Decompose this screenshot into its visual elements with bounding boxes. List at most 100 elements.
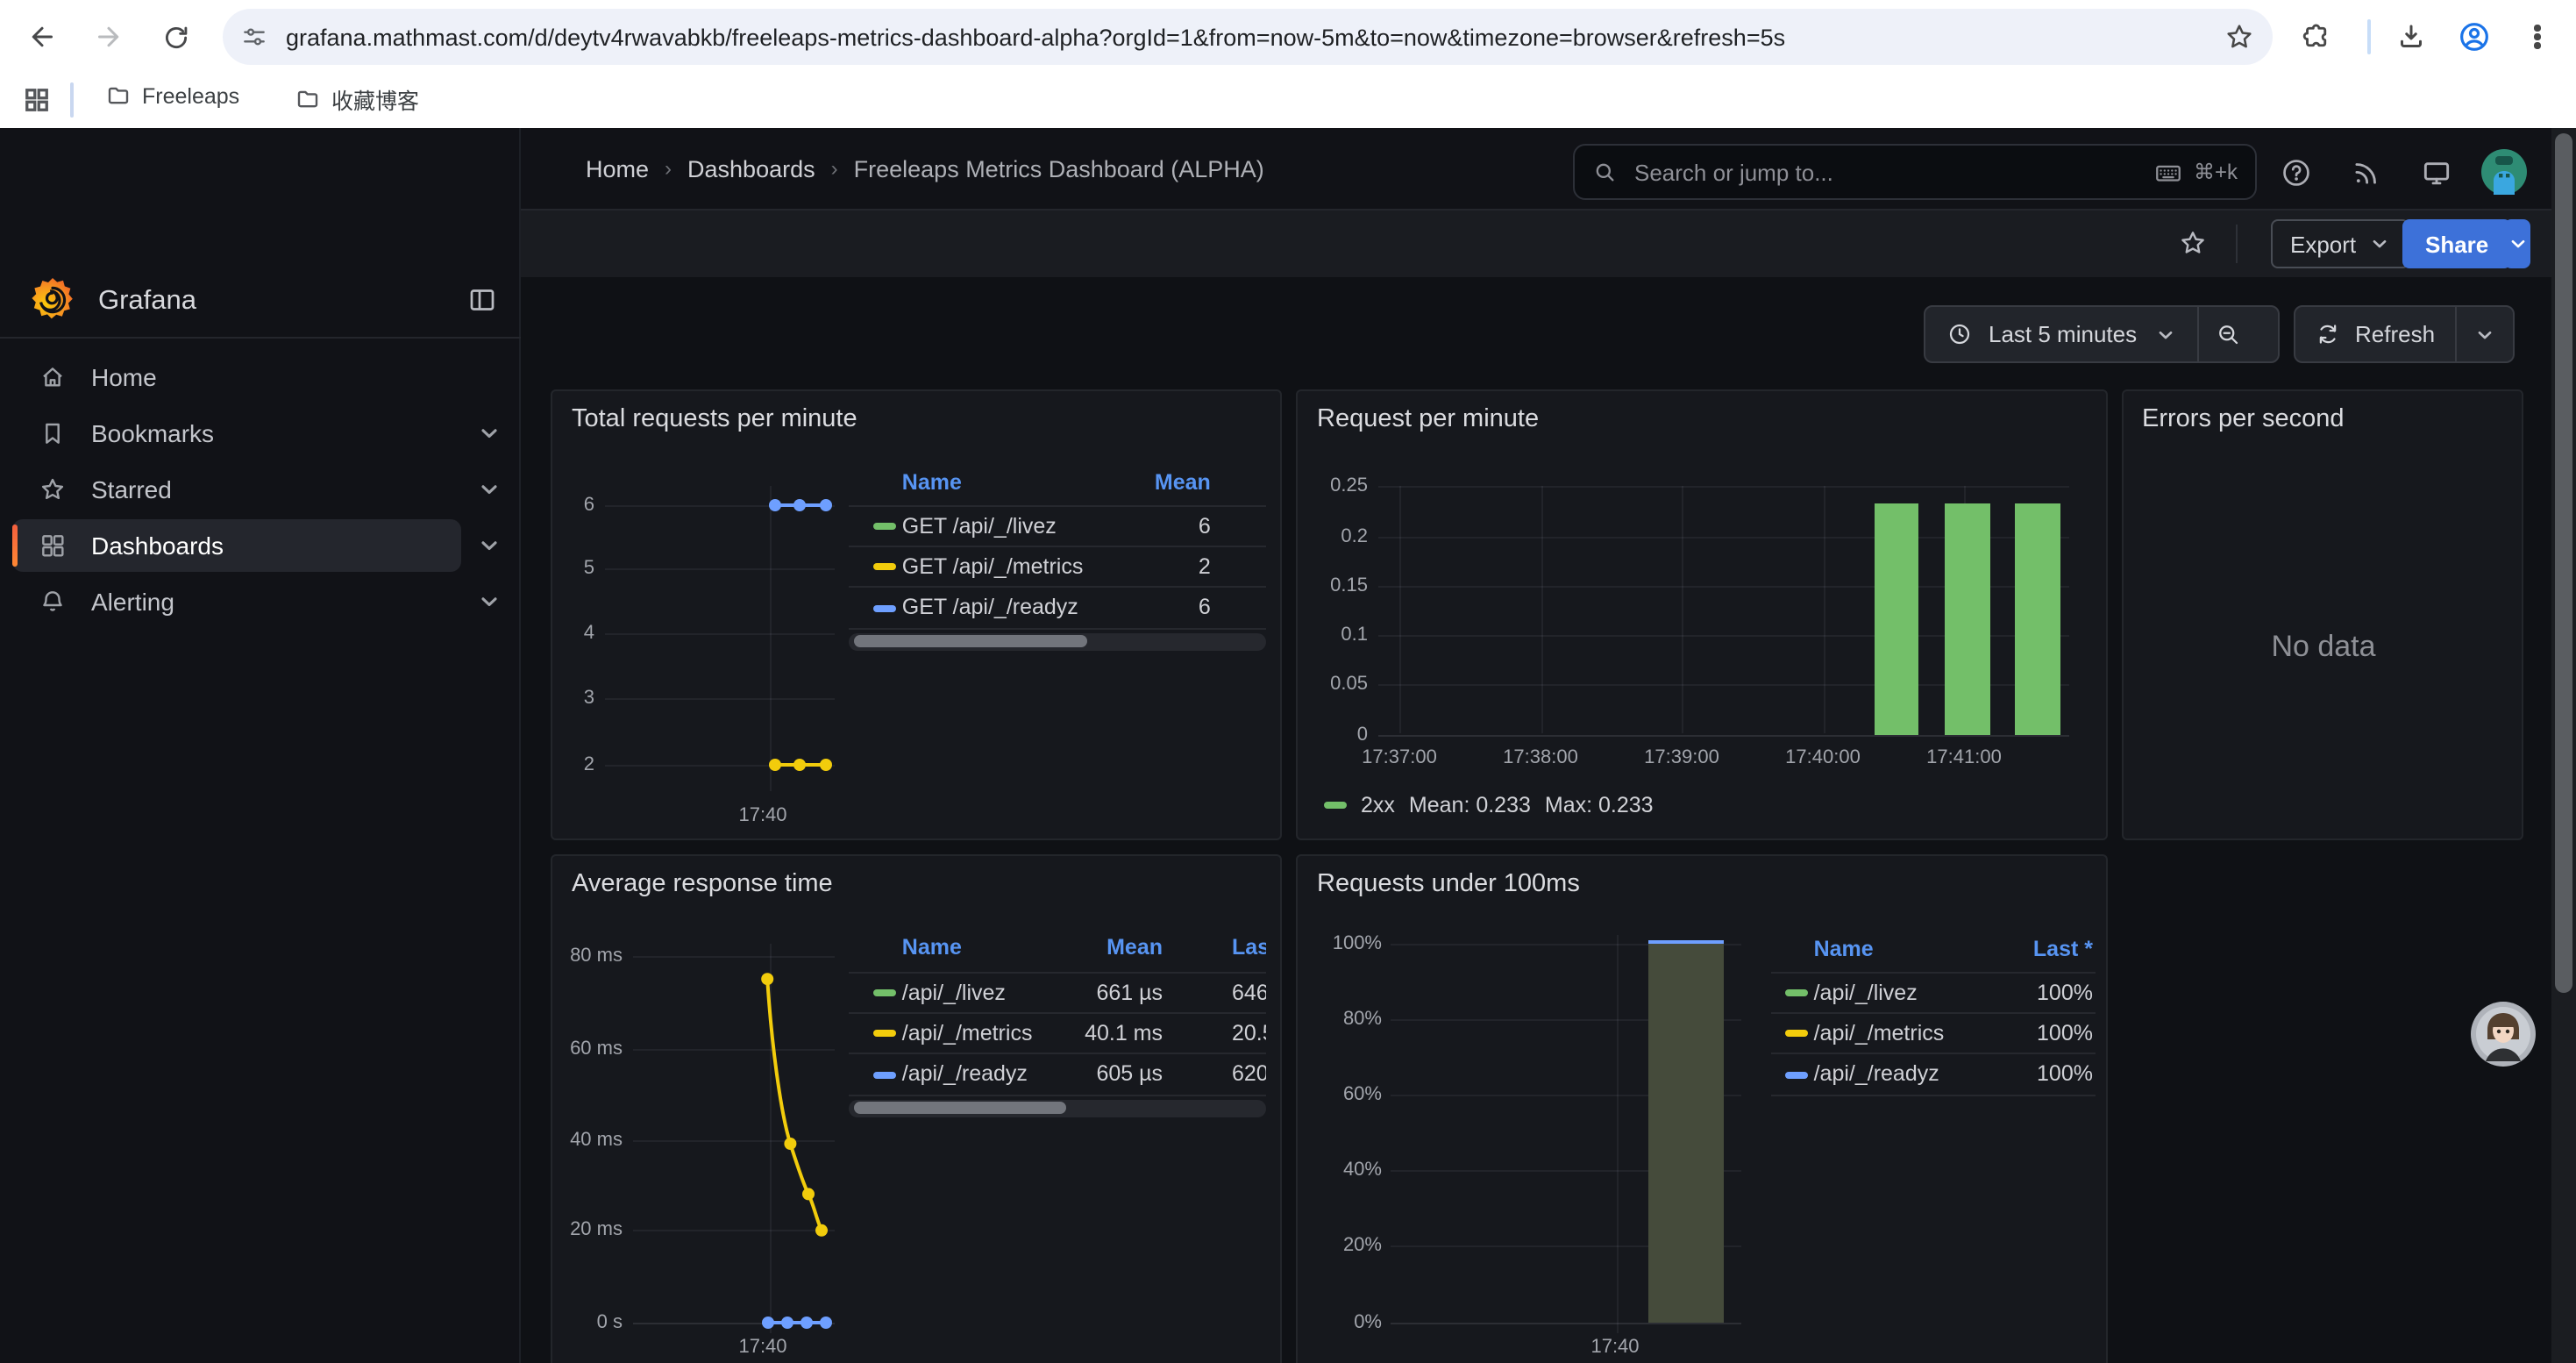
brand-title[interactable]: Grafana: [98, 286, 196, 318]
legend-series[interactable]: 2xx: [1361, 793, 1395, 817]
column-header-mean[interactable]: Mean: [1107, 935, 1163, 960]
chevron-down-icon[interactable]: [2154, 324, 2175, 345]
column-header-last[interactable]: Las: [1232, 935, 1266, 960]
panel-average-response-time: Average response time 80 ms 60 ms 40 ms …: [551, 854, 1282, 1363]
bookmark-folder-blogs[interactable]: 收藏博客: [281, 77, 433, 121]
series-name[interactable]: /api/_/livez: [1814, 980, 1918, 1004]
floating-avatar[interactable]: [2471, 1002, 2536, 1067]
sidebar-item-bookmarks[interactable]: Bookmarks: [12, 407, 461, 460]
sidebar-item-alerting[interactable]: Alerting: [12, 575, 461, 628]
series-color-dash: [872, 1030, 895, 1037]
share-menu-button[interactable]: [2504, 219, 2530, 268]
page-scrollbar[interactable]: [2551, 128, 2576, 1363]
reload-button[interactable]: [153, 14, 198, 60]
profile-icon: [2457, 19, 2492, 54]
display-button[interactable]: [2420, 156, 2453, 189]
x-tick: 17:41:00: [1926, 747, 2002, 768]
scrollbar-thumb[interactable]: [2555, 133, 2572, 993]
panel-total-requests: Total requests per minute 6 5 4 3 2 17:4…: [551, 389, 1282, 840]
chevron-down-icon: [2474, 324, 2495, 345]
kebab-menu-icon: [2535, 22, 2541, 52]
browser-menu-button[interactable]: [2515, 14, 2560, 60]
back-button[interactable]: [19, 14, 65, 60]
sidebar-item-label: Alerting: [91, 588, 174, 616]
download-icon: [2395, 21, 2427, 53]
sidebar-item-dashboards[interactable]: Dashboards: [12, 519, 461, 572]
series-name[interactable]: GET /api/_/readyz: [902, 596, 1078, 620]
panel-errors-per-second: Errors per second No data: [2121, 389, 2523, 840]
column-header-last[interactable]: Last *: [2033, 937, 2093, 961]
series-name[interactable]: /api/_/metrics: [902, 1021, 1033, 1045]
favorite-dashboard-button[interactable]: [2178, 228, 2208, 258]
y-tick: 60%: [1343, 1083, 1382, 1104]
breadcrumb-dashboards[interactable]: Dashboards: [687, 155, 815, 182]
help-button[interactable]: [2280, 156, 2313, 189]
sidebar-item-starred[interactable]: Starred: [12, 463, 461, 516]
search-input[interactable]: [1631, 157, 2153, 187]
grafana-logo-icon: [28, 275, 77, 325]
profile-button[interactable]: [2451, 14, 2497, 60]
panel-title[interactable]: Errors per second: [2142, 405, 2345, 433]
breadcrumb-home[interactable]: Home: [586, 155, 649, 182]
extensions-button[interactable]: [2294, 14, 2339, 60]
series-name[interactable]: GET /api/_/metrics: [902, 554, 1084, 579]
plot-area[interactable]: 0.25 0.2 0.15 0.1 0.05 0 17:37:00 17:38:…: [1298, 391, 2110, 842]
series-name[interactable]: /api/_/livez: [902, 980, 1006, 1004]
bookmark-folder-freeleaps[interactable]: Freeleaps: [91, 77, 253, 114]
series-name[interactable]: /api/_/readyz: [902, 1062, 1028, 1087]
forward-button[interactable]: [86, 14, 132, 60]
sidebar-divider: [0, 337, 521, 339]
share-button[interactable]: Share: [2402, 219, 2511, 268]
sidebar-item-label: Dashboards: [91, 532, 224, 560]
column-header-name[interactable]: Name: [1814, 937, 1874, 961]
time-range-label[interactable]: Last 5 minutes: [1989, 321, 2137, 347]
chevron-down-icon[interactable]: [477, 589, 502, 614]
series-name[interactable]: /api/_/metrics: [1814, 1021, 1945, 1045]
rss-icon: [2350, 156, 2383, 189]
user-avatar[interactable]: [2481, 149, 2527, 195]
extensions-puzzle-icon: [2301, 21, 2332, 53]
site-settings-icon[interactable]: [240, 23, 268, 51]
apps-grid-button[interactable]: [21, 84, 53, 116]
series-last: 620: [1232, 1062, 1266, 1087]
column-header-mean[interactable]: Mean: [1155, 470, 1211, 495]
table-hscrollbar[interactable]: [848, 632, 1266, 650]
active-indicator: [12, 525, 18, 567]
downloads-button[interactable]: [2388, 14, 2434, 60]
table-hscrollbar[interactable]: [848, 1099, 1266, 1117]
search-box[interactable]: ⌘+k: [1573, 144, 2257, 200]
sidebar-item-label: Home: [91, 363, 157, 391]
grafana-sidebar: Grafana Home Bookmarks Starred Dashboard…: [0, 128, 521, 1363]
refresh-label[interactable]: Refresh: [2355, 321, 2435, 347]
legend-table: Name Mean GET /api/_/livez 6 GET /api/_/…: [848, 461, 1266, 672]
star-icon: [2178, 228, 2208, 258]
url-input[interactable]: [282, 22, 2224, 52]
sidebar-collapse-button[interactable]: [466, 284, 498, 316]
url-bar[interactable]: [223, 9, 2273, 65]
refresh-interval-button[interactable]: [2456, 324, 2513, 345]
column-header-name[interactable]: Name: [902, 470, 962, 495]
series-mean: 6: [1199, 513, 1211, 538]
bookmark-star-icon[interactable]: [2224, 21, 2255, 53]
avatar-icon: [2481, 149, 2527, 195]
clock-icon: [1946, 321, 1973, 347]
y-tick: 3: [584, 688, 594, 709]
y-tick: 0.2: [1341, 525, 1368, 546]
y-tick: 0: [1357, 724, 1368, 745]
news-button[interactable]: [2350, 156, 2383, 189]
sidebar-item-home[interactable]: Home: [12, 351, 461, 403]
chevron-down-icon[interactable]: [477, 477, 502, 502]
grafana-logo[interactable]: [28, 275, 77, 325]
legend-mean: Mean: 0.233: [1409, 793, 1531, 817]
chevron-down-icon[interactable]: [477, 421, 502, 446]
column-header-name[interactable]: Name: [902, 935, 962, 960]
breadcrumb-separator: ›: [831, 156, 838, 181]
y-tick: 80%: [1343, 1008, 1382, 1029]
chevron-down-icon[interactable]: [477, 533, 502, 558]
export-button[interactable]: Export: [2271, 219, 2409, 268]
zoom-out-button[interactable]: [2198, 321, 2256, 347]
refresh-group: Refresh: [2294, 305, 2515, 363]
y-tick: 0%: [1354, 1312, 1382, 1333]
series-name[interactable]: /api/_/readyz: [1814, 1062, 1939, 1087]
series-name[interactable]: GET /api/_/livez: [902, 513, 1057, 538]
